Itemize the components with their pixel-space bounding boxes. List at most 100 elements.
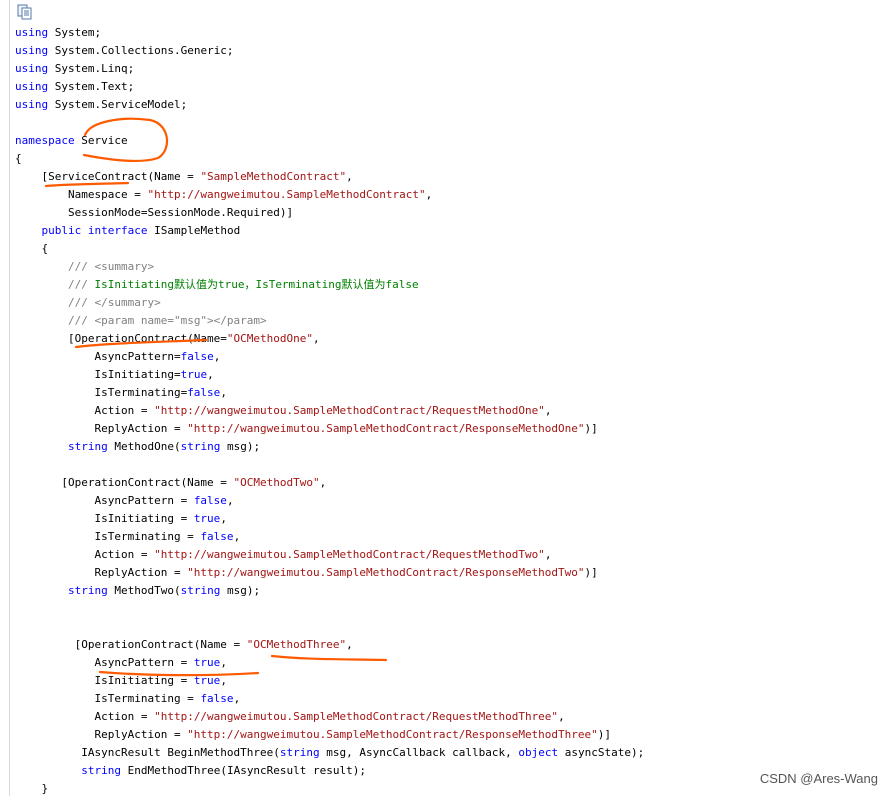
code-token: "OCMethodTwo"	[233, 476, 320, 489]
code-token: IsTerminating =	[15, 530, 201, 543]
code-token: "http://wangweimutou.SampleMethodContrac…	[187, 422, 585, 435]
code-token: System.ServiceModel;	[48, 98, 188, 111]
code-token: /// <summary>	[67, 260, 155, 273]
code-token: ,	[220, 512, 227, 525]
code-token: ,	[233, 692, 241, 705]
code-token: string	[180, 440, 221, 453]
code-line: [OperationContract(Name="OCMethodOne",	[15, 330, 644, 348]
code-line: /// IsInitiating默认值为true，IsTerminating默认…	[15, 276, 644, 294]
code-token: msg, AsyncCallback callback,	[319, 746, 519, 759]
code-line: SessionMode=SessionMode.Required)]	[15, 204, 644, 222]
code-token: string	[67, 440, 108, 453]
code-token: System.Text;	[48, 80, 135, 93]
code-token: ReplyAction =	[15, 728, 188, 741]
code-token: MethodOne(	[107, 440, 181, 453]
code-line: }	[15, 780, 644, 798]
code-token: ,	[213, 350, 221, 363]
code-line: string MethodTwo(string msg);	[15, 582, 644, 600]
code-token: ,	[346, 170, 353, 183]
code-line: using System.Linq;	[15, 60, 644, 78]
code-token: msg);	[220, 584, 261, 597]
code-token: using	[15, 26, 49, 39]
code-token: System.Linq;	[48, 62, 135, 75]
code-token: "http://wangweimutou.SampleMethodContrac…	[147, 188, 426, 201]
code-line: using System.ServiceModel;	[15, 96, 644, 114]
code-token: /// </summary>	[67, 296, 161, 309]
code-token: "http://wangweimutou.SampleMethodContrac…	[187, 566, 585, 579]
code-token: ReplyAction =	[15, 566, 188, 579]
code-token: string	[279, 746, 320, 759]
code-token: /// <param name="msg"></param>	[67, 314, 267, 327]
code-token: using	[15, 62, 49, 75]
code-token: using	[15, 98, 49, 111]
code-token: Action =	[15, 548, 155, 561]
code-token: false	[200, 692, 234, 705]
code-token: ,	[220, 386, 227, 399]
code-token: interface	[87, 224, 148, 237]
code-token: [OperationContract(Name =	[15, 638, 247, 651]
code-token: Action =	[15, 710, 155, 723]
code-line: Action = "http://wangweimutou.SampleMeth…	[15, 546, 644, 564]
code-token: IsTerminating=	[15, 386, 188, 399]
code-token: false	[187, 386, 221, 399]
code-token: "OCMethodOne"	[226, 332, 314, 345]
code-line: using System;	[15, 24, 644, 42]
code-token: "http://wangweimutou.SampleMethodContrac…	[187, 728, 598, 741]
code-token: System;	[48, 26, 102, 39]
code-line: Action = "http://wangweimutou.SampleMeth…	[15, 402, 644, 420]
code-line: /// </summary>	[15, 294, 644, 312]
code-token: ,	[544, 548, 552, 561]
code-line: {	[15, 240, 644, 258]
code-token: "http://wangweimutou.SampleMethodContrac…	[154, 548, 545, 561]
code-line: [ServiceContract(Name = "SampleMethodCon…	[15, 168, 644, 186]
code-token: "http://wangweimutou.SampleMethodContrac…	[154, 404, 545, 417]
code-token: "OCMethodThree"	[246, 638, 347, 651]
code-token: Namespace =	[15, 188, 148, 201]
code-token: true	[193, 656, 221, 669]
code-token: EndMethodThree(IAsyncResult result);	[120, 764, 367, 777]
code-token: using	[15, 80, 49, 93]
code-line: /// <param name="msg"></param>	[15, 312, 644, 330]
code-token: {	[15, 152, 22, 165]
code-line: /// <summary>	[15, 258, 644, 276]
code-token: ReplyAction =	[15, 422, 188, 435]
code-token: ,	[220, 656, 227, 669]
copy-code-icon[interactable]	[17, 4, 33, 20]
code-line: using System.Collections.Generic;	[15, 42, 644, 60]
code-token: )]	[597, 728, 612, 741]
code-token: ,	[319, 476, 327, 489]
code-token: false	[180, 350, 214, 363]
code-token: namespace	[15, 134, 75, 147]
code-token: ,	[313, 332, 320, 345]
code-token: IsInitiating =	[15, 674, 194, 687]
code-token: AsyncPattern =	[15, 656, 194, 669]
code-token: IAsyncResult BeginMethodThree(	[15, 746, 280, 759]
code-token: ,	[346, 638, 353, 651]
code-line: IsTerminating = false,	[15, 690, 644, 708]
code-token: [ServiceContract(Name =	[15, 170, 201, 183]
code-token: "http://wangweimutou.SampleMethodContrac…	[154, 710, 559, 723]
code-token: [OperationContract(Name =	[15, 476, 234, 489]
code-token: string	[180, 584, 221, 597]
code-token: IsInitiating =	[15, 512, 194, 525]
code-token: ,	[207, 368, 214, 381]
code-token: msg);	[220, 440, 261, 453]
code-line: AsyncPattern=false,	[15, 348, 644, 366]
code-token: ///	[67, 278, 95, 291]
code-line: string MethodOne(string msg);	[15, 438, 644, 456]
code-line: ReplyAction = "http://wangweimutou.Sampl…	[15, 564, 644, 582]
code-token: [OperationContract(Name=	[15, 332, 227, 345]
code-line: namespace Service	[15, 132, 644, 150]
code-token: IsInitiating=	[15, 368, 181, 381]
code-token: ,	[425, 188, 433, 201]
code-token: ,	[544, 404, 552, 417]
